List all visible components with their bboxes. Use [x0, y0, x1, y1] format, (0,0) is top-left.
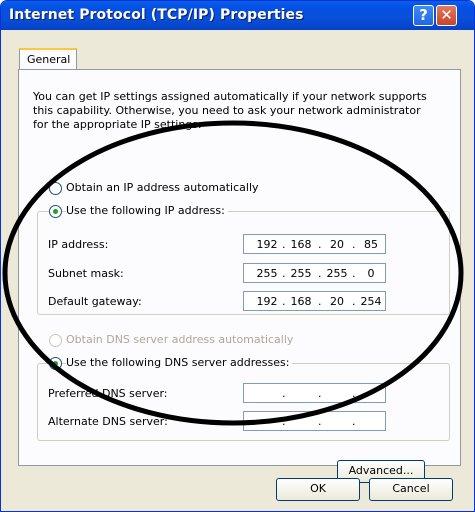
dialog-content: General You can get IP settings assigned…	[4, 30, 471, 510]
dns-auto-radio[interactable]	[49, 334, 62, 347]
tab-general[interactable]: General	[19, 48, 77, 70]
octet-dot: .	[318, 238, 322, 251]
cancel-button[interactable]: Cancel	[369, 478, 453, 501]
octet-dot: .	[282, 295, 286, 308]
octet-2: 168	[290, 295, 312, 308]
alternate-dns-field[interactable]: . . .	[243, 411, 386, 431]
close-button[interactable]: ✕	[436, 5, 457, 26]
ip-auto-radio[interactable]	[49, 182, 62, 195]
ip-auto-label[interactable]: Obtain an IP address automatically	[66, 181, 259, 194]
ok-button[interactable]: OK	[276, 478, 360, 501]
dialog-window: Internet Protocol (TCP/IP) Properties ? …	[0, 0, 475, 512]
general-panel: You can get IP settings assigned automat…	[18, 69, 461, 483]
octet-1: 192	[256, 295, 278, 308]
octet-dot: .	[318, 267, 322, 280]
octet-1: 255	[256, 267, 278, 280]
ip-manual-radio[interactable]	[49, 205, 62, 218]
window-title: Internet Protocol (TCP/IP) Properties	[9, 7, 304, 23]
octet-dot: .	[318, 415, 322, 428]
octet-dot: .	[352, 415, 356, 428]
dns-manual-label[interactable]: Use the following DNS server addresses:	[66, 356, 293, 369]
octet-4: 254	[360, 295, 382, 308]
octet-dot: .	[352, 238, 356, 251]
octet-2: 168	[290, 238, 312, 251]
default-gateway-field[interactable]: 192 . 168 . 20 . 254	[243, 291, 386, 311]
default-gateway-label: Default gateway:	[48, 295, 142, 308]
octet-2: 255	[290, 267, 312, 280]
intro-text: You can get IP settings assigned automat…	[33, 90, 427, 131]
preferred-dns-label: Preferred DNS server:	[48, 387, 168, 400]
dns-auto-label[interactable]: Obtain DNS server address automatically	[66, 333, 293, 346]
subnet-mask-label: Subnet mask:	[48, 267, 124, 280]
octet-dot: .	[352, 295, 356, 308]
octet-dot: .	[352, 387, 356, 400]
octet-3: 255	[326, 267, 348, 280]
help-button[interactable]: ?	[413, 5, 434, 26]
title-bar[interactable]: Internet Protocol (TCP/IP) Properties ? …	[1, 1, 474, 30]
ip-manual-label[interactable]: Use the following IP address:	[66, 204, 228, 217]
octet-4: 85	[364, 238, 378, 251]
octet-dot: .	[318, 295, 322, 308]
octet-dot: .	[352, 267, 356, 280]
dns-manual-radio[interactable]	[49, 357, 62, 370]
alternate-dns-label: Alternate DNS server:	[48, 415, 168, 428]
subnet-mask-field[interactable]: 255 . 255 . 255 . 0	[243, 263, 386, 283]
octet-3: 20	[330, 238, 344, 251]
octet-dot: .	[282, 267, 286, 280]
ip-address-label: IP address:	[48, 238, 109, 251]
octet-3: 20	[330, 295, 344, 308]
octet-dot: .	[282, 387, 286, 400]
preferred-dns-field[interactable]: . . .	[243, 383, 386, 403]
ip-address-field[interactable]: 192 . 168 . 20 . 85	[243, 234, 386, 254]
octet-dot: .	[318, 387, 322, 400]
octet-1: 192	[256, 238, 278, 251]
octet-dot: .	[282, 415, 286, 428]
octet-4: 0	[367, 267, 375, 280]
octet-dot: .	[282, 238, 286, 251]
